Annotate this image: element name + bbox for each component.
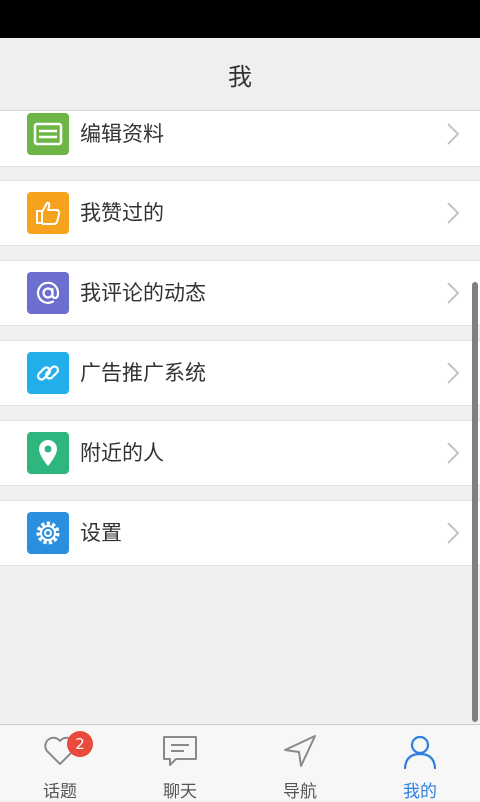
chevron-right-icon xyxy=(447,123,460,145)
menu-item-label: 设置 xyxy=(80,521,122,545)
tab-label: 话题 xyxy=(43,782,77,802)
menu-item-label: 广告推广系统 xyxy=(80,361,206,385)
tab-label: 我的 xyxy=(403,782,437,802)
chevron-right-icon xyxy=(447,522,460,544)
menu-item-commented[interactable]: 我评论的动态 xyxy=(0,260,480,326)
bottom-tab-bar: 2 话题 聊天 导航 我的 xyxy=(0,724,480,802)
menu-item-nearby-people[interactable]: 附近的人 xyxy=(0,420,480,486)
location-pin-icon xyxy=(27,432,69,474)
scrollbar[interactable] xyxy=(472,282,478,722)
menu-list: 编辑资料 我赞过的 我评论的动态 广告推广系统 附近的人 设置 xyxy=(0,111,480,724)
tab-navigation[interactable]: 导航 xyxy=(240,725,360,802)
edit-profile-icon xyxy=(27,113,69,155)
gear-icon xyxy=(27,512,69,554)
chevron-right-icon xyxy=(447,202,460,224)
tab-topics[interactable]: 2 话题 xyxy=(0,725,120,802)
menu-item-label: 附近的人 xyxy=(80,441,164,465)
unread-badge: 2 xyxy=(67,731,93,757)
at-icon xyxy=(27,272,69,314)
header: 我 xyxy=(0,38,480,111)
chevron-right-icon xyxy=(447,442,460,464)
link-icon xyxy=(27,352,69,394)
page-title: 我 xyxy=(228,62,252,91)
navigation-arrow-icon xyxy=(284,735,316,767)
menu-item-label: 我评论的动态 xyxy=(80,281,206,305)
tab-label: 导航 xyxy=(283,782,317,802)
tab-label: 聊天 xyxy=(163,782,197,802)
menu-item-ad-promotion[interactable]: 广告推广系统 xyxy=(0,340,480,406)
tab-mine[interactable]: 我的 xyxy=(360,725,480,802)
status-bar xyxy=(0,0,480,38)
menu-item-label: 我赞过的 xyxy=(80,201,164,225)
menu-item-liked[interactable]: 我赞过的 xyxy=(0,180,480,246)
person-icon xyxy=(403,735,437,769)
tab-chat[interactable]: 聊天 xyxy=(120,725,240,802)
chevron-right-icon xyxy=(447,362,460,384)
menu-item-label: 编辑资料 xyxy=(80,122,164,146)
thumbs-up-icon xyxy=(27,192,69,234)
menu-item-edit-profile[interactable]: 编辑资料 xyxy=(0,111,480,167)
chat-icon xyxy=(163,736,197,766)
chevron-right-icon xyxy=(447,282,460,304)
menu-item-settings[interactable]: 设置 xyxy=(0,500,480,566)
